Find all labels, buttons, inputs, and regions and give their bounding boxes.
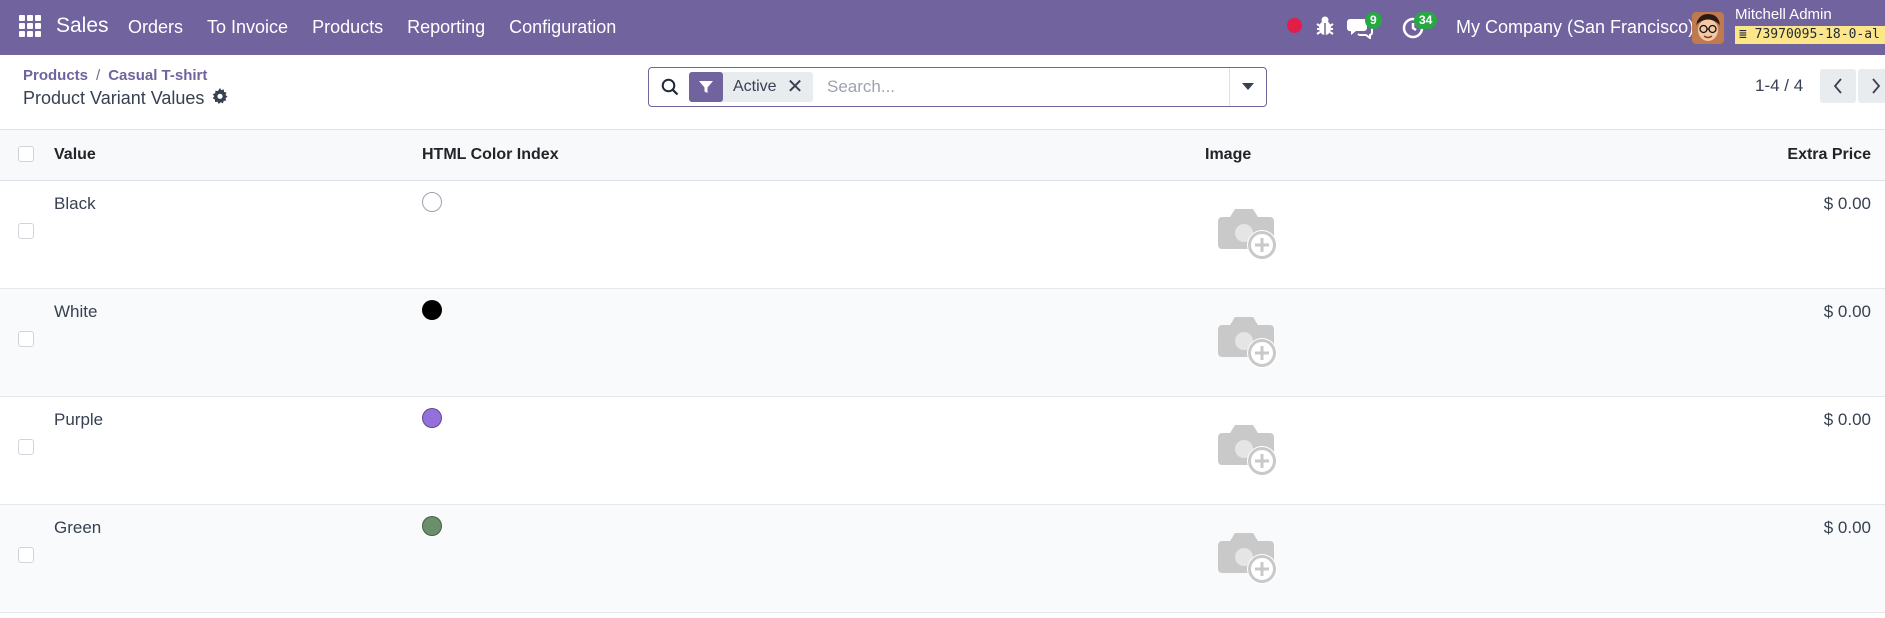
row-checkbox[interactable] — [18, 223, 34, 239]
app-brand[interactable]: Sales — [56, 14, 109, 38]
user-name[interactable]: Mitchell Admin — [1735, 6, 1832, 23]
page-title: Product Variant Values — [23, 88, 205, 108]
search-input[interactable] — [825, 76, 1229, 98]
value-cell[interactable]: Black — [54, 194, 96, 214]
image-placeholder-icon[interactable] — [1214, 419, 1284, 486]
extra-price-cell[interactable]: $ 0.00 — [1824, 518, 1871, 538]
chevron-right-icon — [1872, 78, 1881, 94]
search-options-toggle[interactable] — [1229, 68, 1266, 106]
database-icon: ≣ — [1739, 27, 1747, 42]
company-switcher[interactable]: My Company (San Francisco) — [1456, 17, 1694, 38]
page-title-row: Product Variant Values — [23, 88, 228, 109]
extra-price-cell[interactable]: $ 0.00 — [1824, 410, 1871, 430]
filter-icon — [689, 72, 723, 102]
search-icon[interactable] — [661, 78, 679, 101]
column-header-value[interactable]: Value — [54, 146, 96, 164]
control-panel: Products / Casual T-shirt Product Variant … — [0, 55, 1885, 130]
image-placeholder-icon[interactable] — [1214, 203, 1284, 270]
select-all-checkbox[interactable] — [18, 146, 34, 162]
menu-item-configuration[interactable]: Configuration — [509, 17, 616, 38]
value-cell[interactable]: Green — [54, 518, 101, 538]
breadcrumb-separator: / — [96, 67, 101, 84]
image-placeholder-icon[interactable] — [1214, 527, 1284, 594]
database-name: ≣ 73970095-18-0-al — [1735, 26, 1885, 44]
menu-item-reporting[interactable]: Reporting — [407, 17, 485, 38]
color-swatch[interactable] — [422, 192, 442, 212]
activities-badge: 34 — [1414, 12, 1438, 29]
messages-badge: 9 — [1365, 12, 1382, 29]
menu-item-to-invoice[interactable]: To Invoice — [207, 17, 288, 38]
breadcrumb-item-casual-tshirt[interactable]: Casual T-shirt — [108, 67, 207, 84]
extra-price-cell[interactable]: $ 0.00 — [1824, 302, 1871, 322]
column-header-color[interactable]: HTML Color Index — [422, 146, 559, 164]
column-header-extra-price[interactable]: Extra Price — [1787, 146, 1871, 164]
table-row[interactable]: White $ 0.00 — [0, 289, 1885, 397]
facet-remove-icon[interactable]: ✕ — [787, 72, 814, 102]
color-swatch[interactable] — [422, 300, 442, 320]
recording-icon[interactable] — [1287, 18, 1302, 33]
variant-values-list: Value HTML Color Index Image Extra Price… — [0, 130, 1885, 613]
database-label: 73970095-18-0-al — [1754, 27, 1880, 42]
color-swatch[interactable] — [422, 516, 442, 536]
debug-bug-icon[interactable] — [1314, 14, 1336, 43]
extra-price-cell[interactable]: $ 0.00 — [1824, 194, 1871, 214]
color-swatch[interactable] — [422, 408, 442, 428]
image-placeholder-icon[interactable] — [1214, 311, 1284, 378]
app-menu-icon[interactable] — [19, 15, 41, 37]
facet-label: Active — [733, 78, 777, 95]
table-row[interactable]: Purple $ 0.00 — [0, 397, 1885, 505]
menu-item-products[interactable]: Products — [312, 17, 383, 38]
column-header-image[interactable]: Image — [1205, 146, 1251, 164]
pager-value[interactable]: 1-4 / 4 — [1755, 76, 1803, 96]
table-row[interactable]: Black $ 0.00 — [0, 181, 1885, 289]
pager-next-button[interactable] — [1858, 69, 1885, 103]
row-checkbox[interactable] — [18, 439, 34, 455]
menu-item-orders[interactable]: Orders — [128, 17, 183, 38]
user-avatar[interactable] — [1692, 12, 1724, 44]
table-header: Value HTML Color Index Image Extra Price — [0, 130, 1885, 181]
top-navbar: Sales Orders To Invoice Products Reporti… — [0, 0, 1885, 55]
row-checkbox[interactable] — [18, 331, 34, 347]
search-facet-active[interactable]: Active ✕ — [689, 72, 814, 102]
breadcrumb-item-products[interactable]: Products — [23, 67, 88, 84]
table-row[interactable]: Green $ 0.00 — [0, 505, 1885, 613]
gear-icon[interactable] — [212, 88, 228, 109]
main-menu: Orders To Invoice Products Reporting Con… — [128, 17, 640, 38]
value-cell[interactable]: White — [54, 302, 97, 322]
pager-previous-button[interactable] — [1820, 69, 1856, 103]
search-bar: Active ✕ — [648, 67, 1267, 107]
chevron-left-icon — [1833, 78, 1842, 94]
row-checkbox[interactable] — [18, 547, 34, 563]
value-cell[interactable]: Purple — [54, 410, 103, 430]
caret-down-icon — [1242, 83, 1254, 90]
breadcrumb: Products / Casual T-shirt — [23, 67, 207, 84]
